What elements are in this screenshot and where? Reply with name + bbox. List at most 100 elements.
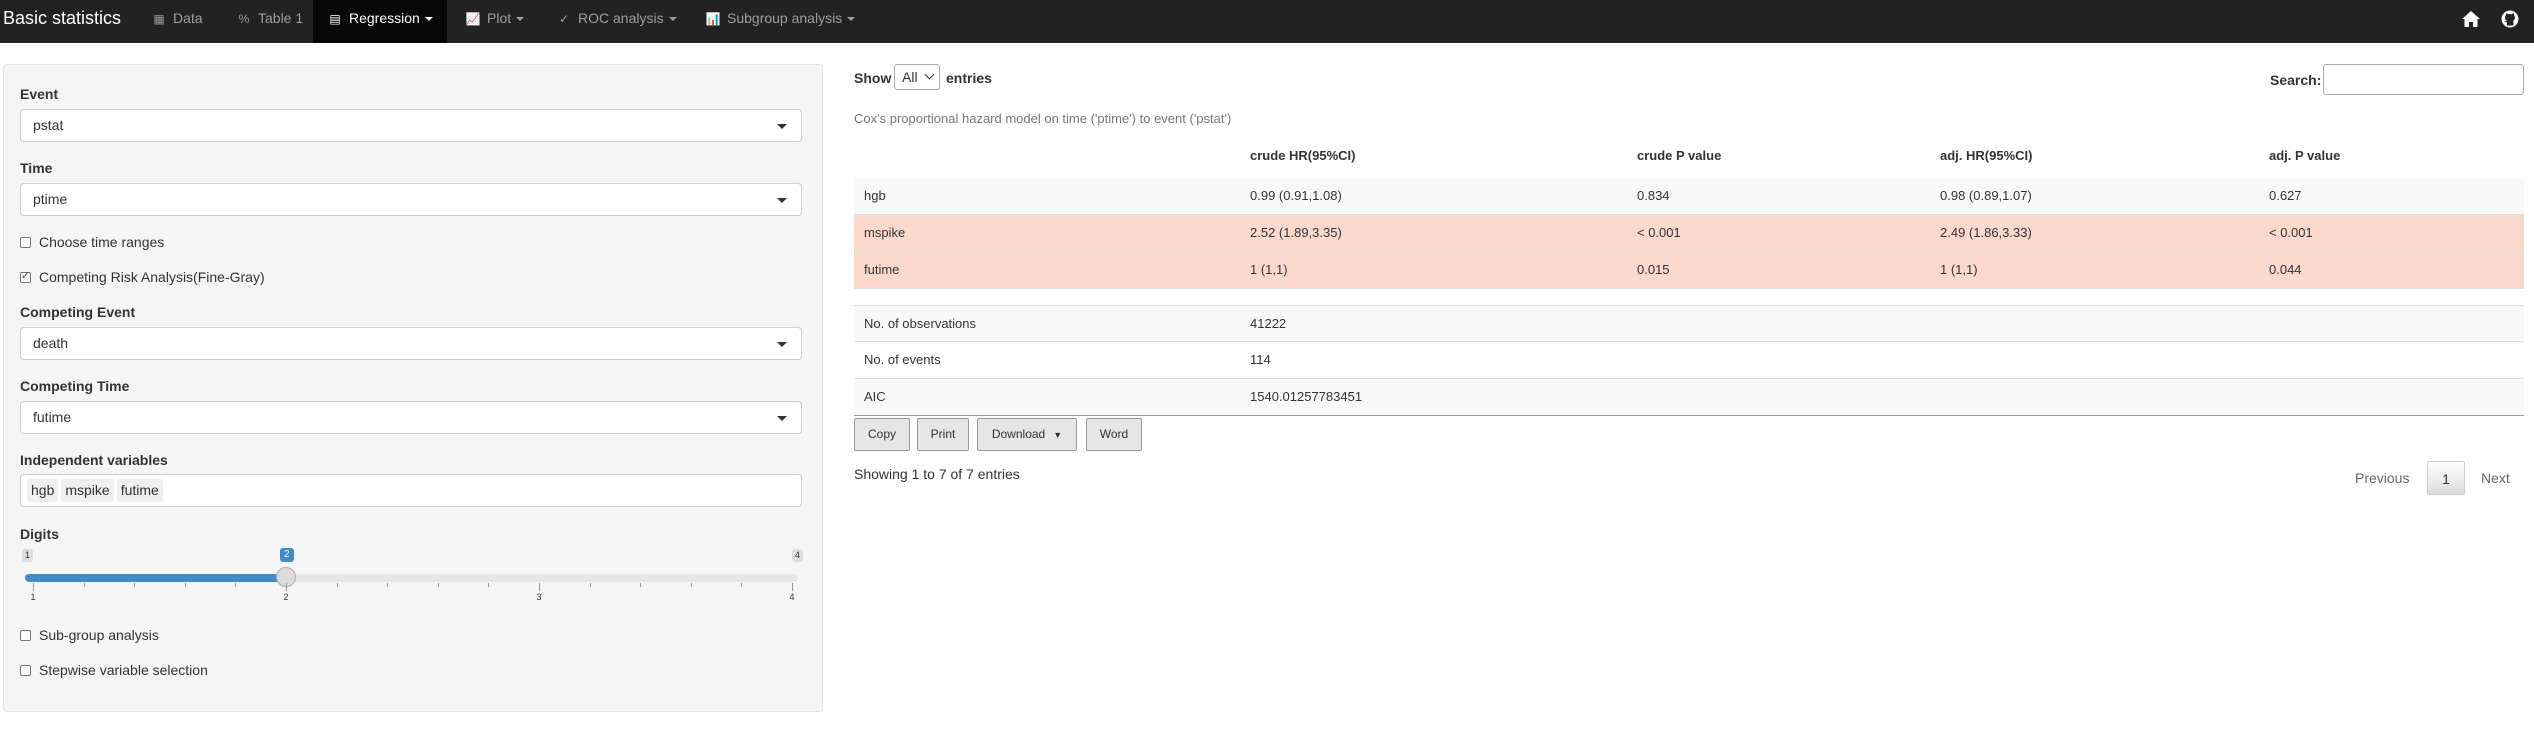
nav-plot[interactable]: 📈 Plot bbox=[455, 0, 534, 43]
slider-major-tick bbox=[286, 583, 287, 591]
checkbox-unchecked-icon[interactable] bbox=[20, 629, 31, 641]
slider-tick-label: 3 bbox=[536, 592, 542, 602]
competing-event-value: death bbox=[33, 335, 69, 351]
show-label: Show bbox=[854, 70, 892, 86]
download-button[interactable]: Download ▼ bbox=[977, 418, 1077, 451]
slider-minor-tick bbox=[691, 583, 692, 587]
navbar: Basic statistics ▦ Data % Table 1 ▤ Regress… bbox=[0, 0, 2534, 43]
list-alt-icon: ▤ bbox=[329, 12, 341, 26]
variable-tag[interactable]: futime bbox=[116, 479, 163, 502]
word-button[interactable]: Word bbox=[1086, 418, 1142, 451]
slider-minor-tick bbox=[438, 583, 439, 587]
github-icon[interactable] bbox=[2495, 0, 2525, 37]
competing-risk-checkbox[interactable]: Competing Risk Analysis(Fine-Gray) bbox=[20, 269, 265, 285]
table-icon: ▦ bbox=[153, 12, 165, 26]
slider-tick-label: 4 bbox=[789, 592, 795, 602]
independent-variables-label: Independent variables bbox=[20, 452, 168, 468]
digits-label: Digits bbox=[20, 526, 59, 542]
slider-minor-tick bbox=[337, 583, 338, 587]
independent-variables-input[interactable]: hgb mspike futime bbox=[20, 474, 802, 507]
app-brand[interactable]: Basic statistics bbox=[3, 0, 121, 43]
variable-tag[interactable]: mspike bbox=[61, 479, 114, 502]
column-header[interactable]: adj. P value bbox=[2269, 148, 2340, 163]
checkbox-unchecked-icon[interactable] bbox=[20, 236, 31, 248]
nav-regression[interactable]: ▤ Regression bbox=[313, 0, 447, 43]
nav-table1[interactable]: % Table 1 bbox=[226, 0, 313, 43]
slider-minor-tick bbox=[84, 583, 85, 587]
table-row[interactable]: hgb 0.99 (0.91,1.08) 0.834 0.98 (0.89,1.… bbox=[854, 178, 2524, 215]
print-button[interactable]: Print bbox=[917, 418, 969, 451]
summary-row[interactable]: No. of events 114 bbox=[854, 342, 2524, 379]
table-row-highlighted[interactable]: futime 1 (1,1) 0.015 1 (1,1) 0.044 bbox=[854, 252, 2524, 289]
digits-slider-fill bbox=[25, 574, 286, 582]
bar-chart-icon: 📊 bbox=[705, 12, 721, 26]
subgroup-analysis-checkbox[interactable]: Sub-group analysis bbox=[20, 627, 159, 643]
slider-minor-tick bbox=[640, 583, 641, 587]
show-entries-select[interactable]: All bbox=[894, 64, 940, 90]
competing-time-select[interactable]: futime bbox=[20, 401, 802, 434]
chevron-down-icon bbox=[924, 69, 935, 80]
slider-major-tick bbox=[539, 583, 540, 591]
caret-down-icon: ▼ bbox=[1053, 430, 1063, 440]
percent-icon: % bbox=[238, 12, 250, 26]
slider-minor-tick bbox=[488, 583, 489, 587]
slider-tick-label: 2 bbox=[283, 592, 289, 602]
slider-minor-tick bbox=[235, 583, 236, 587]
table-bottom-border bbox=[854, 415, 2524, 416]
event-value: pstat bbox=[33, 117, 64, 133]
table-row-highlighted[interactable]: mspike 2.52 (1.89,3.35) < 0.001 2.49 (1.… bbox=[854, 215, 2524, 252]
competing-time-value: futime bbox=[33, 409, 72, 425]
slider-major-tick bbox=[792, 583, 793, 591]
event-select[interactable]: pstat bbox=[20, 109, 802, 142]
time-select[interactable]: ptime bbox=[20, 183, 802, 216]
pagination-page-current[interactable]: 1 bbox=[2427, 461, 2465, 495]
caret-down-icon bbox=[424, 17, 433, 22]
choose-time-ranges-checkbox[interactable]: Choose time ranges bbox=[20, 234, 164, 250]
caret-down-icon bbox=[847, 17, 856, 22]
time-value: ptime bbox=[33, 191, 68, 207]
nav-subgroup-analysis[interactable]: 📊 Subgroup analysis bbox=[695, 0, 865, 43]
time-label: Time bbox=[20, 160, 53, 176]
dropdown-arrow-icon bbox=[777, 342, 787, 347]
summary-row[interactable]: No. of observations 41222 bbox=[854, 305, 2524, 342]
dropdown-arrow-icon bbox=[777, 198, 787, 203]
nav-roc-analysis[interactable]: ✓ ROC analysis bbox=[546, 0, 687, 43]
checkbox-checked-icon[interactable] bbox=[20, 269, 31, 283]
search-label: Search: bbox=[2270, 72, 2322, 88]
slider-minor-tick bbox=[590, 583, 591, 587]
event-label: Event bbox=[20, 86, 59, 102]
competing-time-label: Competing Time bbox=[20, 378, 130, 394]
home-icon[interactable] bbox=[2456, 0, 2486, 37]
stepwise-selection-checkbox[interactable]: Stepwise variable selection bbox=[20, 662, 208, 678]
competing-event-select[interactable]: death bbox=[20, 327, 802, 360]
slider-minor-tick bbox=[134, 583, 135, 587]
search-input[interactable] bbox=[2323, 64, 2524, 95]
nav-data[interactable]: ▦ Data bbox=[141, 0, 213, 43]
pagination-next[interactable]: Next bbox=[2481, 461, 2510, 495]
slider-minor-tick bbox=[387, 583, 388, 587]
caret-down-icon bbox=[668, 17, 677, 22]
slider-minor-tick bbox=[741, 583, 742, 587]
table-info: Showing 1 to 7 of 7 entries bbox=[854, 466, 1020, 482]
slider-minor-tick bbox=[185, 583, 186, 587]
column-header[interactable]: adj. HR(95%CI) bbox=[1940, 148, 2032, 163]
entries-label: entries bbox=[946, 70, 992, 86]
table-caption: Cox's proportional hazard model on time … bbox=[854, 111, 1232, 126]
slider-current-label: 2 bbox=[280, 548, 294, 562]
slider-max-label: 4 bbox=[792, 549, 804, 562]
slider-min-label: 1 bbox=[22, 549, 34, 562]
column-header[interactable]: crude P value bbox=[1637, 148, 1721, 163]
checkbox-unchecked-icon[interactable] bbox=[20, 664, 31, 676]
competing-event-label: Competing Event bbox=[20, 304, 136, 320]
bar-chart-icon: 📈 bbox=[465, 12, 481, 26]
summary-row[interactable]: AIC 1540.01257783451 bbox=[854, 379, 2524, 416]
variable-tag[interactable]: hgb bbox=[27, 479, 59, 502]
column-header[interactable]: crude HR(95%CI) bbox=[1250, 148, 1355, 163]
pagination-previous[interactable]: Previous bbox=[2355, 461, 2409, 495]
slider-major-tick bbox=[33, 583, 34, 591]
check-icon: ✓ bbox=[558, 12, 570, 26]
caret-down-icon bbox=[516, 17, 525, 22]
copy-button[interactable]: Copy bbox=[854, 418, 910, 451]
dropdown-arrow-icon bbox=[777, 124, 787, 129]
table-header: crude HR(95%CI) crude P value adj. HR(95… bbox=[854, 144, 2524, 180]
